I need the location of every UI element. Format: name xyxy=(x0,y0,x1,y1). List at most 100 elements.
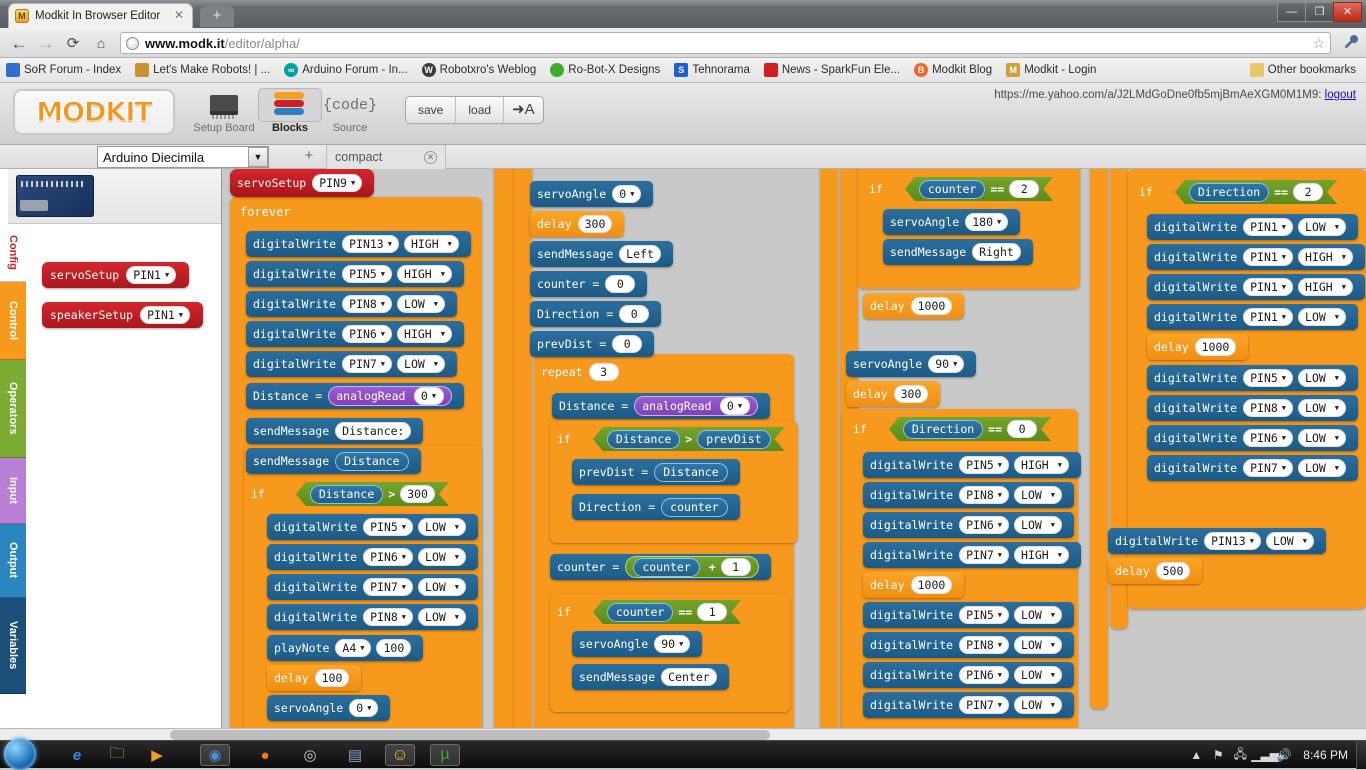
greater-than-predicate[interactable]: Distance > prevDist xyxy=(593,427,785,451)
if-block-header[interactable]: if Distance > prevDist xyxy=(550,426,796,452)
if-block-header[interactable]: if Direction == 2 xyxy=(1132,179,1348,205)
back-arrow-icon[interactable]: ← xyxy=(8,33,30,55)
peach-app-icon[interactable]: ● xyxy=(250,744,280,766)
category-operators[interactable]: Operators xyxy=(0,360,26,458)
distance-variable[interactable]: Distance xyxy=(335,452,408,471)
pin-dropdown[interactable]: PIN5▼ xyxy=(1243,369,1293,387)
prevdist-assign-block[interactable]: prevDist = Distance xyxy=(572,459,740,485)
delay-block[interactable]: delay 300 xyxy=(530,211,624,237)
tab-source[interactable]: {code} Source xyxy=(318,88,382,134)
level-dropdown[interactable]: HIGH▼ xyxy=(1014,546,1069,564)
analog-read-reporter[interactable]: analogRead0▼ xyxy=(328,386,451,406)
pin-dropdown[interactable]: PIN5▼ xyxy=(342,265,392,283)
message-text-field[interactable]: Center xyxy=(661,668,717,686)
bookmark-item[interactable]: WRobotxro's Weblog xyxy=(422,63,537,77)
palette-block-speaker-setup[interactable]: speakerSetup PIN1▼ xyxy=(42,302,203,328)
level-dropdown[interactable]: HIGH▼ xyxy=(404,235,459,253)
internet-explorer-icon[interactable]: e xyxy=(62,744,92,766)
pin-dropdown[interactable]: PIN8▼ xyxy=(959,636,1009,654)
servo-angle-block[interactable]: servoAngle 0▼ xyxy=(267,695,390,721)
delay-field[interactable]: 300 xyxy=(894,385,929,403)
sheet-tab-compact[interactable]: compact ✕ xyxy=(326,145,446,169)
horizontal-scrollbar[interactable] xyxy=(0,728,1366,740)
network-plug-icon[interactable]: 🖧 xyxy=(1229,745,1251,766)
block-canvas[interactable]: forever servoSetup PIN9▼ digitalWrite PI… xyxy=(222,169,1366,740)
digital-write-block[interactable]: digitalWrite PIN7▼ LOW▼ xyxy=(863,692,1074,718)
tab-close-icon[interactable]: ✕ xyxy=(172,9,186,23)
home-icon[interactable]: ⌂ xyxy=(90,33,112,55)
if-block-header[interactable]: if counter == 2 xyxy=(862,176,1064,202)
digital-write-block[interactable]: digitalWrite PIN8▼ LOW▼ xyxy=(863,482,1074,508)
bookmark-item[interactable]: SoR Forum - Index xyxy=(6,63,121,77)
save-app-icon[interactable]: ▤ xyxy=(340,744,370,766)
delay-block[interactable]: delay 500 xyxy=(1108,558,1202,584)
digital-write-block[interactable]: digitalWrite PIN6▼ LOW▼ xyxy=(863,512,1074,538)
pin-dropdown[interactable]: PIN8▼ xyxy=(1243,399,1293,417)
play-note-block[interactable]: playNote A4▼ 100 xyxy=(267,635,423,661)
volume-icon[interactable]: 🔊 xyxy=(1273,748,1295,762)
digital-write-block[interactable]: digitalWrite PIN1▼ LOW▼ xyxy=(1147,214,1358,240)
send-message-block[interactable]: sendMessage Distance: xyxy=(246,418,423,444)
pin-dropdown[interactable]: PIN13▼ xyxy=(1204,532,1261,550)
pin-dropdown[interactable]: PIN1▼ xyxy=(1243,248,1293,266)
send-message-block[interactable]: sendMessage Right xyxy=(883,239,1033,265)
level-dropdown[interactable]: LOW▼ xyxy=(418,518,466,536)
if-block-header[interactable]: if Distance > 300 xyxy=(244,481,460,507)
palette-block-servo-setup[interactable]: servoSetup PIN1▼ xyxy=(42,262,189,288)
angle-dropdown[interactable]: 0▼ xyxy=(349,699,378,717)
digital-write-block[interactable]: digitalWrite PIN1▼ HIGH▼ xyxy=(1147,274,1365,300)
servo-angle-block[interactable]: servoAngle 0▼ xyxy=(530,181,653,207)
level-dropdown[interactable]: LOW▼ xyxy=(1014,516,1062,534)
pin-dropdown[interactable]: PIN8▼ xyxy=(342,295,392,313)
bookmark-item[interactable]: ∞Arduino Forum - In... xyxy=(284,63,407,77)
tab-blocks[interactable]: Blocks xyxy=(258,88,322,134)
yahoo-messenger-icon[interactable]: ☺ xyxy=(385,744,415,766)
pin-dropdown[interactable]: PIN6▼ xyxy=(959,516,1009,534)
bookmark-item[interactable]: Let's Make Robots! | ... xyxy=(135,63,270,77)
utorrent-icon[interactable]: µ xyxy=(430,744,460,766)
distance-assign-analogread-block[interactable]: Distance = analogRead0▼ xyxy=(246,383,464,409)
digital-write-block[interactable]: digitalWrite PIN6▼ HIGH▼ xyxy=(246,321,464,347)
digital-write-block[interactable]: digitalWrite PIN6▼ LOW▼ xyxy=(267,544,478,570)
digital-write-block[interactable]: digitalWrite PIN5▼ HIGH▼ xyxy=(246,261,464,287)
digital-write-block[interactable]: digitalWrite PIN7▼ LOW▼ xyxy=(246,351,457,377)
chrome-menu-wrench-icon[interactable] xyxy=(1342,34,1360,52)
repeat-count-field[interactable]: 3 xyxy=(589,363,619,381)
digital-write-block[interactable]: digitalWrite PIN7▼ HIGH▼ xyxy=(863,542,1081,568)
send-message-block[interactable]: sendMessage Distance xyxy=(246,448,421,474)
level-dropdown[interactable]: LOW▼ xyxy=(1298,459,1346,477)
message-text-field[interactable]: Left xyxy=(619,245,661,263)
bookmark-item[interactable]: MModkit - Login xyxy=(1006,63,1096,77)
value-field[interactable]: 2 xyxy=(1293,183,1323,201)
level-dropdown[interactable]: LOW▼ xyxy=(1014,606,1062,624)
digital-write-block[interactable]: digitalWrite PIN6▼ LOW▼ xyxy=(1147,425,1358,451)
action-center-flag-icon[interactable]: ⚑ xyxy=(1207,748,1229,762)
prevdist-variable[interactable]: prevDist xyxy=(697,430,770,449)
delay-field[interactable]: 1000 xyxy=(911,576,953,594)
servo-angle-block[interactable]: servoAngle 90▼ xyxy=(572,631,702,657)
new-tab-button[interactable]: + xyxy=(200,6,234,27)
digital-write-block[interactable]: digitalWrite PIN5▼ LOW▼ xyxy=(1147,365,1358,391)
bookmark-item[interactable]: STehnorama xyxy=(674,63,750,77)
google-chrome-icon[interactable]: ◉ xyxy=(200,744,230,766)
digital-write-block[interactable]: digitalWrite PIN13▼ LOW▼ xyxy=(1108,528,1326,554)
logout-link[interactable]: logout xyxy=(1325,89,1356,101)
start-button[interactable] xyxy=(4,738,36,770)
addition-reporter[interactable]: counter + 1 xyxy=(625,556,758,578)
distance-variable[interactable]: Distance xyxy=(310,485,383,504)
analog-pin-dropdown[interactable]: 0▼ xyxy=(414,387,444,405)
bookmark-star-icon[interactable]: ☆ xyxy=(1312,35,1325,52)
delay-block[interactable]: delay 1000 xyxy=(863,293,964,319)
export-button[interactable]: ➜A xyxy=(504,97,543,123)
level-dropdown[interactable]: LOW▼ xyxy=(1014,696,1062,714)
value-field[interactable]: 0 xyxy=(619,305,649,323)
digital-write-block[interactable]: digitalWrite PIN6▼ LOW▼ xyxy=(863,662,1074,688)
if-block-header[interactable]: if counter == 1 xyxy=(550,599,752,625)
minimize-button[interactable]: — xyxy=(1277,2,1306,22)
category-output[interactable]: Output xyxy=(0,524,26,598)
pin-dropdown[interactable]: PIN5▼ xyxy=(959,606,1009,624)
pin-dropdown[interactable]: PIN9▼ xyxy=(312,174,362,192)
level-dropdown[interactable]: LOW▼ xyxy=(1298,429,1346,447)
digital-write-block[interactable]: digitalWrite PIN5▼ HIGH▼ xyxy=(863,452,1081,478)
pin-dropdown[interactable]: PIN8▼ xyxy=(959,486,1009,504)
